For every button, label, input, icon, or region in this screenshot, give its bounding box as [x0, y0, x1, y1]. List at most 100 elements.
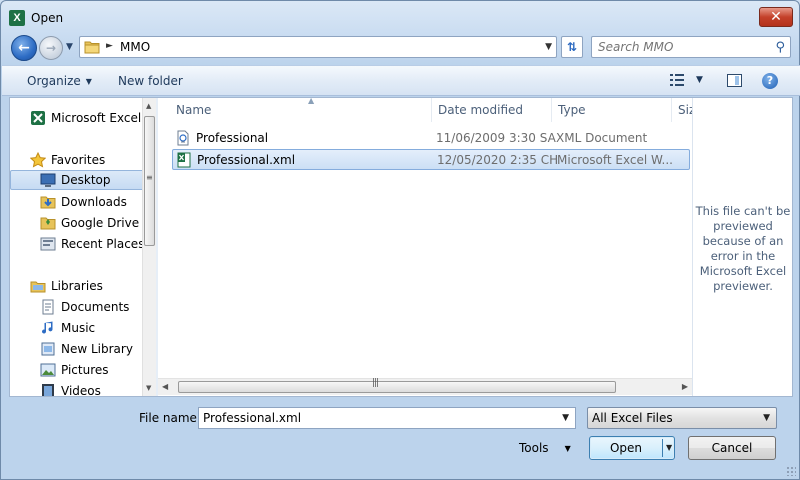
scroll-up-icon[interactable]: ▲ [146, 102, 151, 110]
google-drive-folder-icon [40, 217, 56, 230]
scroll-right-icon[interactable]: ▶ [682, 382, 688, 391]
libraries-icon [30, 281, 46, 293]
new-folder-button[interactable]: New folder [118, 74, 183, 88]
refresh-icon: ⇅ [566, 40, 578, 54]
scroll-grip-icon: ||| [372, 378, 379, 388]
scroll-left-icon[interactable]: ◀ [162, 382, 168, 391]
preview-error-message: This file can't be previewed because of … [695, 204, 791, 293]
organize-button[interactable]: Organize ▼ [27, 74, 92, 88]
star-icon [30, 152, 46, 168]
file-name: Professional [196, 131, 269, 145]
file-date: 12/05/2020 2:35 CH [437, 153, 559, 167]
breadcrumb-separator-icon[interactable]: ► [106, 41, 113, 51]
resize-grip-icon[interactable] [786, 466, 796, 476]
column-header-name[interactable]: Name ▲ [170, 98, 432, 122]
column-header-type[interactable]: Type [552, 98, 672, 122]
excel-app-icon: X [9, 10, 25, 26]
scroll-down-icon[interactable]: ▼ [146, 384, 151, 392]
file-list-pane: Name ▲ Date modified Type Size Professio… [158, 98, 692, 396]
nav-label: Documents [61, 300, 130, 314]
open-dialog: X Open ✕ ← → ▼ ► MMO ▼ ⇅ ⚲ Organize ▼ New… [0, 0, 800, 480]
nav-label: Favorites [51, 153, 106, 167]
scroll-grip-icon: ≡ [146, 173, 153, 182]
recent-places-icon [40, 237, 56, 251]
nav-label: New Library [61, 342, 133, 356]
file-name-input[interactable]: Professional.xml ▼ [198, 407, 576, 429]
refresh-button[interactable]: ⇅ [561, 36, 583, 58]
file-list-horizontal-scrollbar[interactable]: ◀ ||| ▶ [158, 378, 692, 395]
open-label: Open [609, 441, 643, 455]
title-bar[interactable]: X Open ✕ [1, 1, 799, 33]
nav-item-microsoft-excel[interactable]: Microsoft Excel [10, 108, 148, 128]
nav-label: Recent Places [61, 237, 145, 251]
close-button[interactable]: ✕ [759, 7, 793, 27]
nav-item-documents[interactable]: Documents [10, 297, 148, 317]
command-bar: Organize ▼ New folder ▼ ? [2, 65, 800, 96]
pictures-icon [40, 363, 56, 377]
nav-item-downloads[interactable]: Downloads [10, 192, 148, 212]
search-box[interactable]: ⚲ [591, 36, 791, 58]
file-row-selected[interactable]: Professional.xml 12/05/2020 2:35 CH Micr… [172, 149, 690, 170]
horizontal-scroll-thumb[interactable] [178, 381, 616, 393]
nav-item-google-drive[interactable]: Google Drive [10, 213, 148, 233]
view-list-icon[interactable] [670, 74, 684, 86]
nav-label: Libraries [51, 279, 103, 293]
address-dropdown-icon[interactable]: ▼ [545, 42, 552, 52]
videos-icon [42, 384, 54, 396]
recent-locations-dropdown[interactable]: ▼ [66, 42, 73, 52]
sort-ascending-icon: ▲ [308, 98, 315, 105]
file-type-filter-select[interactable]: All Excel Files ▼ [587, 407, 777, 429]
search-icon[interactable]: ⚲ [775, 40, 785, 55]
nav-label: Downloads [61, 195, 127, 209]
excel-icon [31, 111, 45, 125]
nav-label: Pictures [61, 363, 109, 377]
nav-item-videos[interactable]: Videos [10, 381, 148, 396]
preview-pane: This file can't be previewed because of … [692, 98, 792, 396]
nav-item-favorites[interactable]: Favorites [10, 150, 148, 170]
chevron-down-icon[interactable]: ▼ [562, 413, 569, 423]
back-button[interactable]: ← [11, 35, 37, 61]
view-options-dropdown[interactable]: ▼ [696, 75, 703, 85]
file-name: Professional.xml [197, 153, 296, 167]
chevron-down-icon: ▼ [564, 444, 571, 453]
chevron-down-icon: ▼ [85, 77, 92, 86]
nav-item-libraries[interactable]: Libraries [10, 276, 148, 296]
search-input[interactable] [598, 40, 758, 54]
documents-icon [42, 299, 54, 315]
music-icon [42, 321, 53, 334]
downloads-folder-icon [40, 196, 56, 209]
chevron-down-icon[interactable]: ▼ [763, 413, 770, 423]
nav-item-recent-places[interactable]: Recent Places [10, 234, 148, 254]
nav-item-music[interactable]: Music [10, 318, 148, 338]
organize-label: Organize [27, 74, 81, 88]
nav-label: Music [61, 321, 96, 335]
cancel-button[interactable]: Cancel [688, 436, 776, 460]
xml-file-icon [177, 130, 189, 146]
breadcrumb-current[interactable]: MMO [120, 40, 150, 54]
file-type-filter-value: All Excel Files [592, 411, 673, 425]
file-type: XML Document [556, 131, 648, 145]
preview-pane-toggle-icon[interactable] [727, 74, 742, 87]
folder-icon [84, 41, 100, 54]
forward-arrow-icon: → [45, 41, 57, 55]
tools-label: Tools [519, 441, 549, 455]
column-header-size[interactable]: Size [672, 98, 692, 122]
file-name-value[interactable]: Professional.xml [203, 411, 301, 425]
window-title: Open [31, 11, 64, 25]
tools-button[interactable]: Tools ▼ [519, 441, 571, 455]
address-bar[interactable]: ► MMO ▼ [79, 36, 557, 58]
nav-pane-scrollbar[interactable]: ▲ ≡ ▼ [142, 98, 156, 396]
nav-item-pictures[interactable]: Pictures [10, 360, 148, 380]
nav-label: Google Drive [61, 216, 140, 230]
nav-item-new-library[interactable]: New Library [10, 339, 148, 359]
forward-button[interactable]: → [39, 36, 63, 60]
nav-label: Videos [61, 384, 101, 396]
nav-item-desktop[interactable]: Desktop [10, 170, 144, 190]
open-options-dropdown[interactable]: ▼ [666, 443, 672, 452]
file-name-label: File name: [139, 411, 201, 425]
file-row[interactable]: Professional 11/06/2009 3:30 SA XML Docu… [172, 128, 690, 149]
help-icon[interactable]: ? [762, 73, 778, 89]
open-button[interactable]: Open ▼ [589, 436, 675, 460]
column-header-date[interactable]: Date modified [432, 98, 552, 122]
back-arrow-icon: ← [18, 40, 30, 56]
